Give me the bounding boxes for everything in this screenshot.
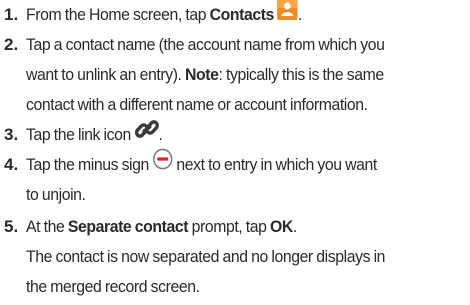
ok-label: OK [270, 217, 293, 236]
step-number: 4. [4, 155, 19, 174]
step-number: 5. [4, 217, 19, 236]
result-line: the merged record screen. [26, 277, 200, 296]
step-line-pre: Tap the minus sign [26, 155, 153, 174]
step-text: Tap a contact name (the account name fro… [26, 30, 437, 120]
step-line: to unjoin. [26, 185, 86, 204]
step-text-post: . [297, 5, 302, 24]
step-text-pre: From the Home screen, tap [26, 5, 210, 24]
result-text: The contact is now separated and no long… [26, 242, 437, 302]
step-text-post: . [158, 125, 163, 144]
minus-circle-icon [152, 148, 173, 180]
contacts-label: Contacts [209, 5, 275, 24]
step-number: 2. [4, 35, 19, 54]
step-line-post: : typically this is the same [218, 65, 385, 84]
step-line-post: next to entry in which you want [172, 155, 377, 174]
step-text-pre: Tap the link icon [26, 125, 135, 144]
step-line: want to unlink an entry). Note: typicall… [26, 60, 437, 90]
link-icon [134, 117, 159, 151]
step-text: Tap the link icon . [26, 117, 437, 151]
contacts-app-icon [277, 0, 298, 30]
note-label: Note [185, 65, 219, 84]
step-text: Tap the minus sign next to entry in whic… [26, 148, 437, 210]
step-line: Tap a contact name (the account name fro… [26, 35, 385, 54]
step-number: 1. [4, 5, 19, 24]
step-text: From the Home screen, tap Contacts . [26, 0, 437, 30]
step-text: At the Separate contact prompt, tap OK. [26, 212, 437, 242]
step-text-post: . [292, 217, 297, 236]
step-line-pre: want to unlink an entry). [26, 65, 186, 84]
step-text-pre: At the [26, 217, 68, 236]
step-number: 3. [4, 125, 19, 144]
result-line: The contact is now separated and no long… [26, 247, 386, 266]
separate-contact-label: Separate contact [67, 217, 189, 236]
instruction-page: 1. From the Home screen, tap Contacts . … [0, 0, 470, 305]
step-line: contact with a different name or account… [26, 95, 368, 114]
step-text-mid: prompt, tap [188, 217, 271, 236]
step-line: Tap the minus sign next to entry in whic… [26, 148, 437, 180]
